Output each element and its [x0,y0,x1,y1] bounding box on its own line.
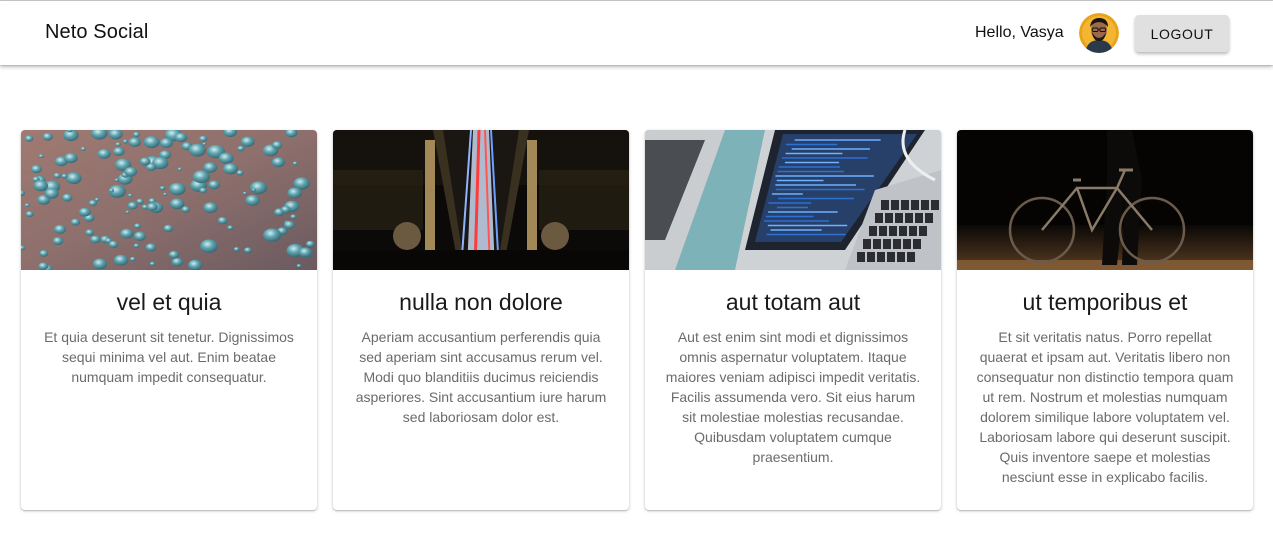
bicycle-image [957,130,1253,270]
card-title: aut totam aut [725,289,861,315]
post-card[interactable]: aut totam aut Aut est enim sint modi et … [645,130,941,510]
card-text: Aut est enim sint modi et dignissimos om… [665,329,921,465]
night-bridge-image [333,130,629,270]
brand-title[interactable]: Neto Social [45,21,148,44]
user-greeting: Hello, Vasya [975,24,1064,41]
app-bar: Neto Social Hello, Vasya LOGOUT [0,1,1273,65]
laptop-image [645,130,941,270]
water-droplets-image [21,130,317,270]
post-card[interactable]: nulla non dolore Aperiam accusantium per… [333,130,629,510]
card-text: Et sit veritatis natus. Porro repellat q… [976,329,1234,485]
card-title: vel et quia [116,289,222,315]
card-title: ut temporibus et [1022,289,1188,315]
post-card[interactable]: vel et quia Et quia deserunt sit tenetur… [21,130,317,510]
card-title: nulla non dolore [399,289,563,315]
card-text: Aperiam accusantium perferendis quia sed… [355,329,607,425]
post-card[interactable]: ut temporibus et Et sit veritatis natus.… [957,130,1253,510]
logout-button[interactable]: LOGOUT [1135,15,1229,52]
user-avatar-icon[interactable] [1079,13,1119,53]
card-text: Et quia deserunt sit tenetur. Dignissimo… [44,329,294,385]
